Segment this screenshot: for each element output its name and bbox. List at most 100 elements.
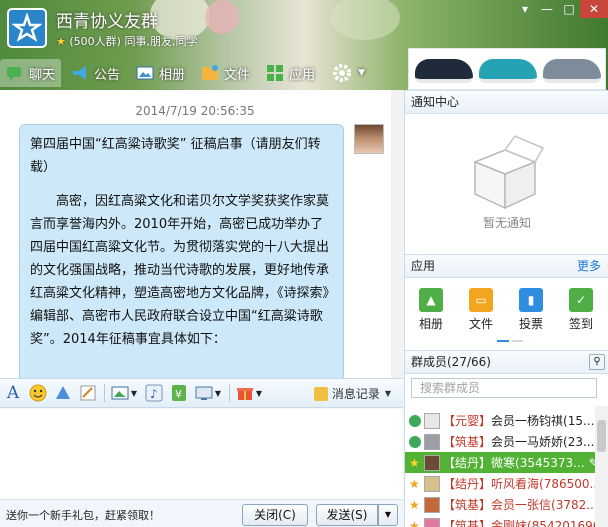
tab-apps-label: 应用	[289, 67, 316, 83]
app-files[interactable]: ▭ 文件	[461, 288, 501, 332]
chat-scrollbar[interactable]	[391, 90, 403, 378]
minimize-icon[interactable]: —	[536, 0, 558, 18]
chevron-down-icon[interactable]: ▼	[255, 384, 263, 402]
bottom-bar: 送你一个新手礼包，赶紧领取！ 关闭(C) 发送(S) ▼	[0, 499, 403, 527]
member-level-tag: 【元婴】	[443, 414, 492, 428]
header-decoration	[330, 0, 400, 40]
maximize-icon[interactable]: □	[558, 0, 580, 18]
side-panel: 通知中心 暂无通知 应用 更多 ▲ 相册 ▭ 文件 ▮ 投票 ✓ 签到 群成员(…	[404, 90, 608, 527]
tab-apps[interactable]: 应用	[260, 59, 321, 87]
notice-center-title: 通知中心	[411, 95, 460, 109]
star-icon: ★	[409, 455, 420, 470]
member-avatar	[424, 454, 440, 471]
chevron-down-icon: ▼	[358, 68, 365, 78]
member-row[interactable]: 【筑基】 会员一马娇娇(23...	[405, 431, 595, 452]
members-header: 群成员(27/66) ⚲	[405, 350, 608, 374]
app-vote-label: 投票	[518, 317, 543, 331]
music-icon[interactable]: ♪	[145, 384, 163, 402]
notice-center-header: 通知中心	[405, 90, 608, 114]
emoji-icon[interactable]	[29, 384, 47, 402]
chat-message-area[interactable]: 2014/7/19 20:56:35 第四届中国“红高粱诗歌奖” 征稿启事（请朋…	[0, 90, 403, 378]
svg-text:♪: ♪	[150, 387, 158, 401]
member-row[interactable]: ★ 【筑基】 金剛妹(854201696)	[405, 515, 595, 527]
shake-icon[interactable]	[54, 384, 72, 402]
member-name: 会员一杨钧祺(15...	[491, 414, 595, 428]
toolbar-divider	[104, 384, 105, 402]
members-title: 群成员(27/66)	[411, 355, 491, 369]
member-level-tag: 【筑基】	[443, 435, 492, 449]
chevron-down-icon[interactable]: ▼	[214, 384, 222, 402]
close-button[interactable]: 关闭(C)	[242, 504, 308, 526]
member-level-tag: 【结丹】	[443, 456, 492, 470]
search-icon[interactable]: ⚲	[589, 354, 605, 370]
tab-chat-label: 聊天	[29, 67, 56, 83]
folder-icon: ▭	[469, 288, 493, 312]
admin-icon	[409, 435, 421, 448]
tab-album[interactable]: 相册	[130, 59, 191, 87]
chevron-down-icon: ▼	[384, 389, 391, 398]
group-tags: 同事,朋友,同学	[124, 35, 198, 48]
screenshot-icon[interactable]	[195, 384, 213, 402]
message-input[interactable]	[0, 409, 403, 499]
send-options-chevron-icon[interactable]: ▼	[378, 504, 398, 526]
app-checkin-label: 签到	[568, 317, 593, 331]
apps-grid-icon	[266, 64, 284, 82]
settings-menu[interactable]: ▼	[325, 59, 371, 87]
doodle-icon[interactable]	[79, 384, 97, 402]
tab-chat[interactable]: 聊天	[0, 59, 62, 87]
message-history-button[interactable]: 消息记录 ▼	[313, 385, 391, 402]
red-packet-icon[interactable]: ¥	[170, 384, 188, 402]
font-icon[interactable]: A	[4, 383, 22, 403]
pager-indicator	[497, 340, 523, 342]
picture-icon	[136, 64, 154, 82]
member-count: (500人群)	[69, 35, 121, 48]
more-apps-link[interactable]: 更多	[577, 255, 601, 277]
message-timestamp: 2014/7/19 20:56:35	[135, 104, 255, 118]
image-icon[interactable]	[111, 384, 129, 402]
apps-header: 应用 更多	[405, 254, 608, 278]
group-avatar[interactable]	[7, 8, 47, 48]
member-level-tag: 【筑基】	[443, 519, 492, 527]
shoe-image	[479, 59, 537, 83]
app-album[interactable]: ▲ 相册	[411, 288, 451, 332]
picture-icon: ▲	[419, 288, 443, 312]
shoe-image	[543, 59, 601, 83]
star-icon: ★	[409, 518, 420, 527]
send-button[interactable]: 发送(S)	[316, 504, 378, 526]
checkmark-icon: ✓	[569, 288, 593, 312]
member-list-scrollbar[interactable]	[595, 406, 608, 527]
message-paragraph: 高密，因红高粱文化和诺贝尔文学奖获奖作家莫言而享誉海内外。2010年开始，高密已…	[30, 194, 330, 347]
shoe-image	[415, 59, 473, 83]
tab-files[interactable]: 文件	[195, 59, 256, 87]
member-row[interactable]: 【元婴】 会员一杨钧祺(15...	[405, 410, 595, 431]
app-files-label: 文件	[468, 317, 493, 331]
member-name: 会员一马娇娇(23...	[491, 435, 595, 449]
gift-icon[interactable]	[236, 384, 254, 402]
app-vote[interactable]: ▮ 投票	[511, 288, 551, 332]
member-name: 会员一张信(3782...	[491, 498, 595, 512]
close-icon[interactable]: ✕	[580, 0, 608, 18]
shoe-ad-banner[interactable]	[408, 48, 606, 90]
message-bubble[interactable]: 第四届中国“红高粱诗歌奖” 征稿启事（请朋友们转载） 高密，因红高粱文化和诺贝尔…	[19, 124, 344, 378]
scrollbar-thumb[interactable]	[597, 420, 606, 452]
member-list: 【元婴】 会员一杨钧祺(15... 【筑基】 会员一马娇娇(23... ★ 【结…	[405, 410, 595, 527]
star-icon: ★	[56, 35, 66, 48]
message-paragraph: 第四届中国“红高粱诗歌奖” 征稿启事（请朋友们转载）	[30, 137, 321, 175]
member-avatar	[424, 517, 440, 527]
history-label: 消息记录	[331, 387, 380, 401]
member-search-input[interactable]: 搜索群成员	[411, 378, 597, 398]
chevron-down-icon[interactable]: ▼	[130, 384, 138, 402]
member-row-selected[interactable]: ★ 【结丹】 微寒(3545373... ✎	[405, 452, 595, 473]
menu-icon[interactable]: ▾	[514, 0, 536, 18]
member-row[interactable]: ★ 【筑基】 会员一张信(3782...	[405, 494, 595, 515]
tab-announcement-label: 公告	[94, 67, 121, 83]
notice-empty-text: 暂无通知	[482, 216, 531, 230]
app-checkin[interactable]: ✓ 签到	[561, 288, 601, 332]
sender-avatar[interactable]	[354, 124, 384, 154]
member-row[interactable]: ★ 【结丹】 听风看海(786500...	[405, 473, 595, 494]
input-toolbar: A ▼ ♪ ¥ ▼ ▼ 消息记录 ▼	[0, 378, 403, 408]
newbie-gift-link[interactable]: 送你一个新手礼包，赶紧领取！	[6, 507, 160, 523]
tab-announcement[interactable]: 公告	[65, 59, 126, 87]
member-level-tag: 【筑基】	[443, 498, 492, 512]
apps-title: 应用	[411, 259, 436, 273]
